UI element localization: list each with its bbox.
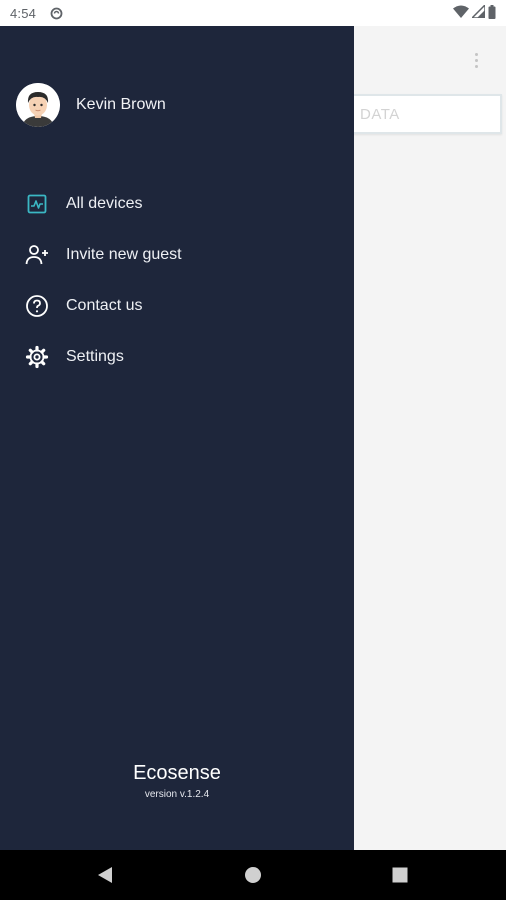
status-time: 4:54 bbox=[10, 5, 37, 21]
navigation-drawer: Kevin Brown All devices Invite new guest… bbox=[0, 26, 354, 850]
back-icon[interactable] bbox=[94, 864, 116, 886]
data-tab-label: DATA bbox=[360, 106, 400, 123]
activity-chart-icon bbox=[25, 192, 49, 216]
gear-icon bbox=[25, 345, 49, 369]
menu-item-invite-new-guest[interactable]: Invite new guest bbox=[0, 229, 354, 280]
help-circle-icon bbox=[25, 294, 49, 318]
home-icon[interactable] bbox=[242, 864, 264, 886]
avatar bbox=[16, 83, 60, 127]
wifi-icon bbox=[453, 5, 469, 21]
profile-name: Kevin Brown bbox=[76, 96, 166, 113]
menu-label-all-devices: All devices bbox=[66, 194, 143, 212]
system-navigation-bar bbox=[0, 850, 506, 900]
recents-icon[interactable] bbox=[389, 864, 411, 886]
app-name: Ecosense bbox=[133, 762, 221, 784]
menu-label-invite-new-guest: Invite new guest bbox=[66, 245, 182, 263]
battery-icon bbox=[488, 4, 496, 22]
sync-icon bbox=[50, 7, 63, 20]
menu-item-settings[interactable]: Settings bbox=[0, 331, 354, 382]
status-icons bbox=[453, 3, 496, 22]
user-profile[interactable]: Kevin Brown bbox=[16, 83, 166, 127]
add-user-icon bbox=[25, 243, 49, 267]
menu-item-all-devices[interactable]: All devices bbox=[0, 178, 354, 229]
data-tab[interactable]: DATA bbox=[344, 94, 502, 134]
app-version: version v.1.2.4 bbox=[144, 789, 210, 800]
menu-label-settings: Settings bbox=[66, 347, 124, 365]
cellular-signal-icon bbox=[470, 3, 486, 21]
menu-item-contact-us[interactable]: Contact us bbox=[0, 280, 354, 331]
more-options-icon[interactable] bbox=[464, 48, 488, 72]
menu-label-contact-us: Contact us bbox=[66, 296, 143, 314]
drawer-menu: All devices Invite new guest Contact us bbox=[0, 178, 354, 382]
app-branding: Ecosense version v.1.2.4 bbox=[0, 762, 354, 800]
status-bar: 4:54 bbox=[0, 0, 506, 26]
